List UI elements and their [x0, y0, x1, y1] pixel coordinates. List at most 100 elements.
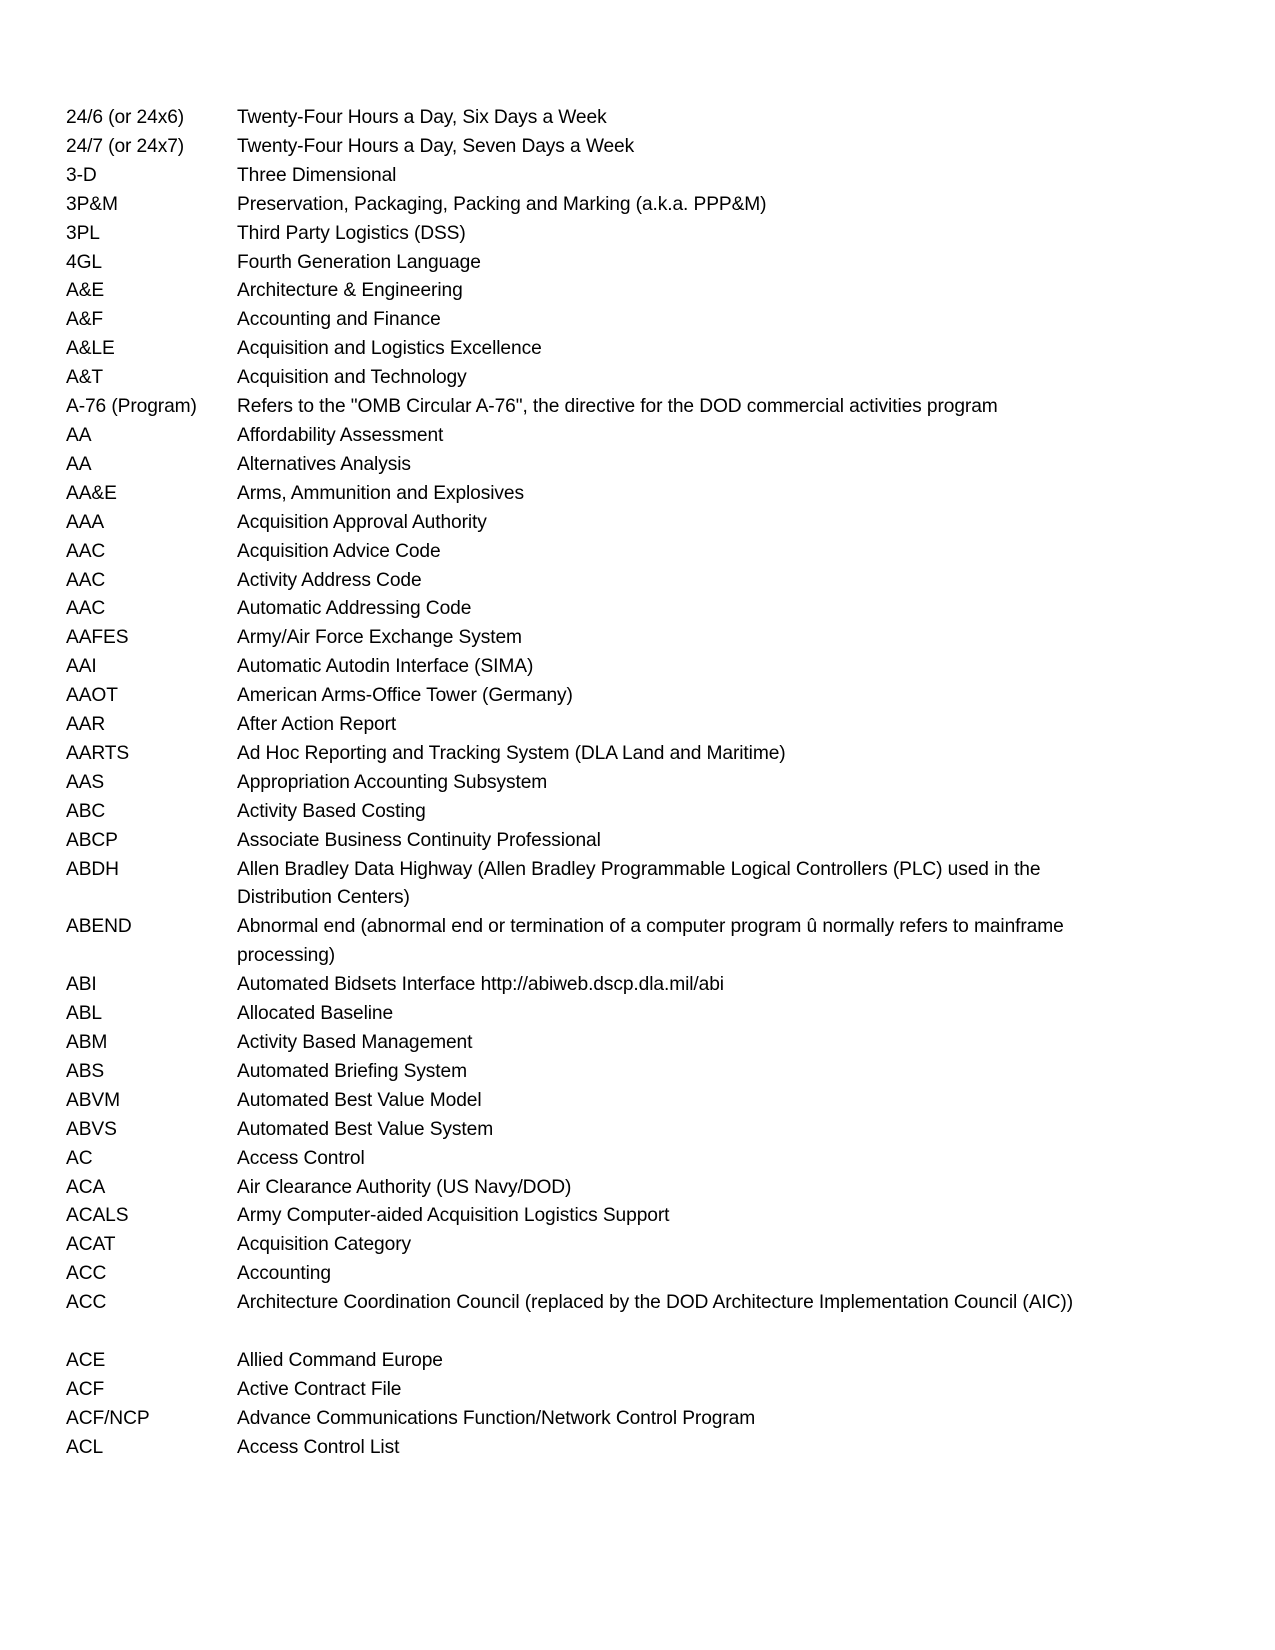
glossary-entry: AA Alternatives Analysis [66, 451, 1166, 480]
acronym-term: AAI [66, 656, 97, 678]
acronym-definition: Acquisition Advice Code [237, 540, 441, 562]
glossary-entry: ACALS Army Computer-aided Acquisition Log… [66, 1202, 1166, 1231]
acronym-term: ABVS [66, 1118, 117, 1140]
acronym-term: ABL [66, 1003, 102, 1025]
acronym-definition: Air Clearance Authority (US Navy/DOD) [237, 1176, 572, 1198]
acronym-definition: Accounting and Finance [237, 309, 441, 331]
acronym-term: ACF [66, 1378, 105, 1400]
glossary-entry: AA Affordability Assessment [66, 422, 1166, 451]
glossary-entry: AAA Acquisition Approval Authority [66, 509, 1166, 538]
acronym-term: AA [66, 453, 92, 475]
glossary-entry: A&LE Acquisition and Logistics Excellence [66, 335, 1166, 364]
glossary-entry: ACF Active Contract File [66, 1376, 1166, 1405]
acronym-term: ABEND [66, 916, 132, 938]
acronym-term: A&T [66, 367, 104, 389]
glossary-entry: AAC Acquisition Advice Code [66, 538, 1166, 567]
acronym-term: ABS [66, 1060, 105, 1082]
acronym-term: ACE [66, 1349, 106, 1371]
acronym-term: AAS [66, 771, 105, 793]
acronym-definition: Abnormal end (abnormal end or terminatio… [237, 916, 1064, 967]
acronym-definition: Twenty-Four Hours a Day, Six Days a Week [237, 107, 607, 128]
acronym-term: 3-D [66, 164, 97, 186]
document-page: 24/6 (or 24x6) Twenty-Four Hours a Day, S… [0, 0, 1275, 1650]
acronym-definition: Preservation, Packaging, Packing and Mar… [237, 193, 767, 215]
glossary-entry: 3PL Third Party Logistics (DSS) [66, 220, 1166, 249]
acronym-term: AARTS [66, 742, 130, 764]
acronym-term: AAR [66, 714, 106, 736]
acronym-term: ACC [66, 1292, 107, 1314]
glossary-entry: ACA Air Clearance Authority (US Navy/DOD) [66, 1174, 1166, 1203]
acronym-definition: Automated Bidsets Interface http://abiwe… [237, 974, 724, 996]
glossary-entry: AAS Appropriation Accounting Subsystem [66, 769, 1166, 798]
acronym-term: A&LE [66, 338, 115, 360]
acronym-term: 24/7 (or 24x7) [66, 135, 185, 157]
acronym-definition: Appropriation Accounting Subsystem [237, 771, 548, 793]
acronym-definition: Automatic Addressing Code [237, 598, 472, 620]
acronym-term: ACL [66, 1436, 104, 1458]
acronym-definition: Associate Business Continuity Profession… [237, 829, 601, 851]
acronym-term: A-76 (Program) [66, 396, 197, 418]
acronym-term: AAC [66, 569, 106, 591]
glossary-entry: A&F Accounting and Finance [66, 306, 1166, 335]
acronym-glossary-list: 24/6 (or 24x6) Twenty-Four Hours a Day, S… [66, 104, 1166, 1463]
acronym-definition: Advance Communications Function/Network … [237, 1407, 756, 1429]
acronym-definition: Architecture Coordination Council (repla… [237, 1292, 1073, 1314]
acronym-definition: Activity Based Management [237, 1032, 473, 1053]
acronym-term: AAFES [66, 627, 129, 649]
acronym-definition: Automated Best Value Model [237, 1089, 482, 1111]
acronym-definition: Acquisition and Technology [237, 367, 467, 389]
acronym-definition: Acquisition and Logistics Excellence [237, 338, 542, 360]
glossary-entry: AA&E Arms, Ammunition and Explosives [66, 480, 1166, 509]
acronym-term: A&F [66, 309, 104, 331]
acronym-definition: Activity Address Code [237, 569, 422, 591]
acronym-term: ABI [66, 974, 97, 996]
acronym-definition: Automated Briefing System [237, 1060, 467, 1082]
glossary-entry: 3-D Three Dimensional [66, 162, 1166, 191]
acronym-definition: Access Control List [237, 1436, 400, 1458]
glossary-entry: ABEND Abnormal end (abnormal end or termi… [66, 913, 1166, 971]
glossary-entry: AARTS Ad Hoc Reporting and Tracking Syste… [66, 740, 1166, 769]
glossary-entry: A&E Architecture & Engineering [66, 277, 1166, 306]
acronym-definition: Access Control [237, 1147, 365, 1169]
glossary-entry: ACL Access Control List [66, 1434, 1166, 1463]
acronym-term: ABVM [66, 1089, 120, 1111]
acronym-term: ACA [66, 1176, 106, 1198]
acronym-definition: Army Computer-aided Acquisition Logistic… [237, 1205, 670, 1227]
acronym-term: AA [66, 424, 92, 446]
acronym-term: AA&E [66, 482, 117, 504]
acronym-definition: Ad Hoc Reporting and Tracking System (DL… [237, 742, 786, 764]
acronym-term: 3PL [66, 222, 100, 244]
glossary-entry: AAC Activity Address Code [66, 567, 1166, 596]
glossary-entry: ABM Activity Based Management [66, 1029, 1166, 1058]
acronym-definition: Accounting [237, 1263, 331, 1285]
acronym-definition: Fourth Generation Language [237, 251, 481, 273]
acronym-definition: Twenty-Four Hours a Day, Seven Days a We… [237, 135, 635, 157]
glossary-entry: ACC Accounting [66, 1260, 1166, 1289]
glossary-entry: ABCP Associate Business Continuity Profes… [66, 827, 1166, 856]
glossary-entry: AAI Automatic Autodin Interface (SIMA) [66, 653, 1166, 682]
acronym-term: ACF/NCP [66, 1407, 150, 1429]
acronym-definition: Activity Based Costing [237, 800, 426, 822]
acronym-definition: Active Contract File [237, 1378, 402, 1400]
acronym-term: ABM [66, 1032, 108, 1053]
acronym-term: A&E [66, 280, 105, 302]
acronym-definition: After Action Report [237, 714, 397, 736]
acronym-definition: Refers to the "OMB Circular A-76", the d… [237, 396, 998, 418]
glossary-entry: ACAT Acquisition Category [66, 1231, 1166, 1260]
acronym-term: ABC [66, 800, 106, 822]
glossary-entry: ABVM Automated Best Value Model [66, 1087, 1166, 1116]
glossary-entry: ACC Architecture Coordination Council (re… [66, 1289, 1166, 1318]
acronym-definition: Allocated Baseline [237, 1003, 394, 1025]
acronym-definition: Automated Best Value System [237, 1118, 494, 1140]
acronym-definition: Affordability Assessment [237, 424, 444, 446]
acronym-definition: American Arms-Office Tower (Germany) [237, 685, 573, 707]
glossary-entry: AC Access Control [66, 1145, 1166, 1174]
acronym-term: AAC [66, 540, 106, 562]
acronym-term: ABCP [66, 829, 118, 851]
glossary-entry: ABC Activity Based Costing [66, 798, 1166, 827]
glossary-entry: 24/6 (or 24x6) Twenty-Four Hours a Day, S… [66, 104, 1166, 133]
glossary-entry: 3P&M Preservation, Packaging, Packing and… [66, 191, 1166, 220]
acronym-definition: Automatic Autodin Interface (SIMA) [237, 656, 534, 678]
acronym-definition: Third Party Logistics (DSS) [237, 222, 466, 244]
glossary-entry: AAFES Army/Air Force Exchange System [66, 624, 1166, 653]
